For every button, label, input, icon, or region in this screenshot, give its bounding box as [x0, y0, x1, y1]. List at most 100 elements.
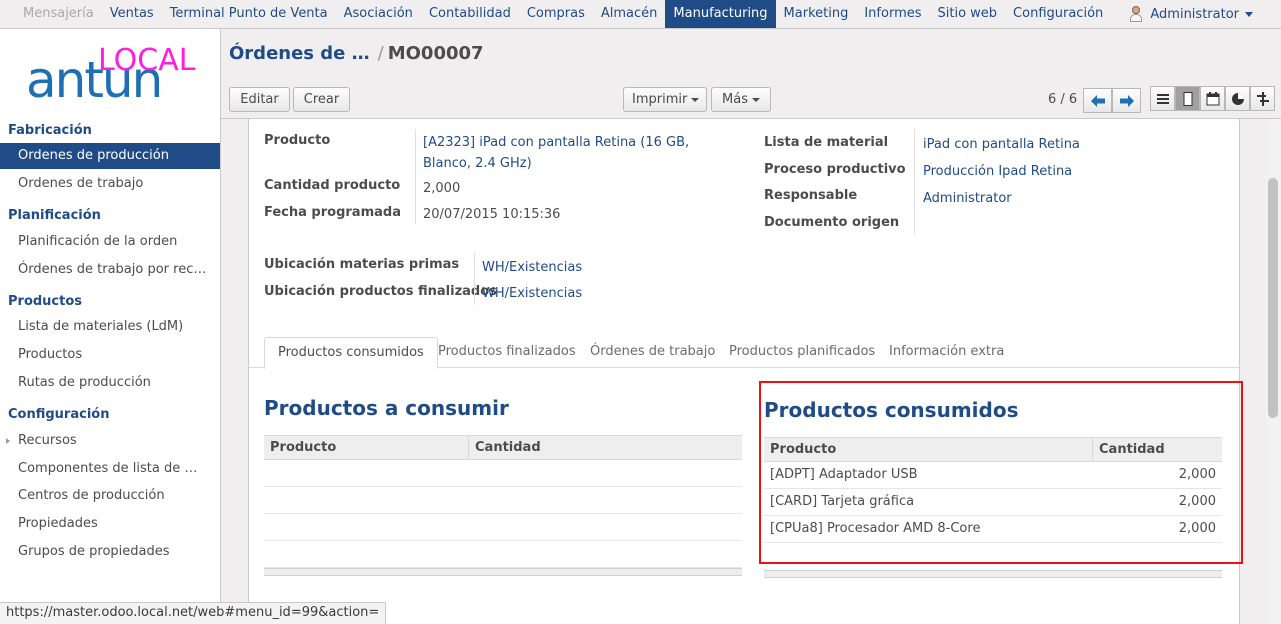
calendar-icon [1206, 92, 1220, 106]
print-button[interactable]: Imprimir [623, 87, 707, 112]
table-footer [264, 568, 742, 576]
sidebar-item-componentes-lista[interactable]: Componentes de lista de … [0, 456, 220, 482]
graph-view-button[interactable] [1225, 86, 1250, 111]
field-value-lista-material[interactable]: iPad con pantalla Retina [923, 134, 1080, 155]
create-button[interactable]: Crear [293, 87, 350, 112]
field-label-ubicacion-materias: Ubicación materias primas [264, 257, 460, 272]
sidebar-item-lista-materiales[interactable]: Lista de materiales (LdM) [0, 314, 220, 340]
menu-contabilidad[interactable]: Contabilidad [421, 0, 519, 28]
table-row[interactable]: [ADPT] Adaptador USB 2,000 [764, 462, 1222, 489]
gantt-view-button[interactable] [1250, 86, 1275, 111]
previous-record-button[interactable] [1083, 88, 1112, 113]
table-row[interactable]: [CARD] Tarjeta gráfica 2,000 [764, 489, 1222, 516]
menu-manufacturing[interactable]: Manufacturing [665, 0, 776, 28]
edit-button[interactable]: Editar [229, 87, 290, 112]
field-label-documento-origen: Documento origen [764, 215, 900, 230]
tab-productos-finalizados[interactable]: Productos finalizados [425, 337, 589, 368]
pager-counter[interactable]: 6 / 6 [1048, 92, 1077, 107]
sidebar-item-recursos[interactable]: Recursos [0, 428, 220, 454]
avatar [1128, 5, 1144, 23]
cell-product: [ADPT] Adaptador USB [770, 467, 918, 482]
menu-marketing[interactable]: Marketing [776, 0, 857, 28]
menu-almacen[interactable]: Almacén [593, 0, 666, 28]
sidebar-item-planificacion-orden[interactable]: Planificación de la orden [0, 229, 220, 255]
sidebar-item-grupos-propiedades[interactable]: Grupos de propiedades [0, 539, 220, 565]
cell-qty: 2,000 [1178, 494, 1216, 509]
tab-productos-consumidos[interactable]: Productos consumidos [264, 337, 438, 369]
menu-mensajeria[interactable]: Mensajería [15, 0, 102, 28]
breadcrumb: Órdenes de … / MO00007 [229, 43, 484, 64]
menu-ventas[interactable]: Ventas [102, 0, 162, 28]
chevron-down-icon [751, 97, 760, 102]
sidebar-item-rutas-produccion[interactable]: Rutas de producción [0, 370, 220, 396]
field-value-ubicacion-finalizados[interactable]: WH/Existencias [482, 283, 582, 304]
chevron-down-icon [691, 97, 700, 102]
sidebar-section-configuracion: Configuración [8, 407, 110, 422]
sidebar-item-ordenes-produccion[interactable]: Ordenes de producción [0, 143, 220, 169]
field-label-producto: Producto [264, 133, 331, 148]
menu-asociacion[interactable]: Asociación [336, 0, 421, 28]
menu-sitio-web[interactable]: Sitio web [930, 0, 1006, 28]
field-value-responsable[interactable]: Administrator [923, 188, 1012, 209]
more-button[interactable]: Más [711, 87, 771, 112]
field-value-producto[interactable]: [A2323] iPad con pantalla Retina (16 GB,… [423, 132, 741, 174]
sidebar-item-productos[interactable]: Productos [0, 342, 220, 368]
menu-pos[interactable]: Terminal Punto de Venta [162, 0, 336, 28]
table-consumed: Producto Cantidad [ADPT] Adaptador USB 2… [764, 437, 1222, 582]
breadcrumb-separator: / [377, 43, 384, 64]
top-menu: Mensajería Ventas Terminal Punto de Vent… [15, 0, 1111, 28]
column-header-cantidad[interactable]: Cantidad [468, 436, 742, 459]
status-bar-url: https://master.odoo.local.net/web#menu_i… [0, 602, 387, 624]
column-header-cantidad[interactable]: Cantidad [1092, 438, 1222, 461]
column-header-producto[interactable]: Producto [764, 438, 1092, 461]
menu-compras[interactable]: Compras [519, 0, 593, 28]
user-name: Administrator [1150, 6, 1239, 22]
company-logo[interactable]: antun LOCAL [26, 43, 211, 115]
sidebar-item-ordenes-trabajo-recurso[interactable]: Órdenes de trabajo por rec… [0, 257, 220, 283]
field-divider [415, 129, 416, 224]
sidebar: antun LOCAL Fabricación Ordenes de produ… [0, 29, 221, 624]
tab-productos-planificados[interactable]: Productos planificados [716, 337, 888, 368]
section-title-to-consume: Productos a consumir [264, 396, 509, 420]
table-row-empty [264, 514, 742, 541]
cell-product: [CARD] Tarjeta gráfica [770, 494, 915, 509]
calendar-view-button[interactable] [1200, 86, 1225, 111]
sidebar-item-centros-produccion[interactable]: Centros de producción [0, 483, 220, 509]
sidebar-section-planificacion: Planificación [8, 208, 101, 223]
menu-configuracion[interactable]: Configuración [1005, 0, 1111, 28]
breadcrumb-parent[interactable]: Órdenes de … [229, 43, 370, 64]
table-row-empty [264, 460, 742, 487]
field-label-cantidad: Cantidad producto [264, 178, 401, 193]
graph-icon [1232, 93, 1244, 105]
form-sheet: Producto [A2323] iPad con pantalla Retin… [248, 119, 1240, 624]
tab-informacion-extra[interactable]: Información extra [876, 337, 1017, 368]
field-divider [914, 129, 915, 234]
next-record-button[interactable] [1112, 88, 1141, 113]
field-label-ubicacion-finalizados: Ubicación productos finalizados [264, 284, 497, 299]
expand-arrow-icon [6, 438, 10, 444]
notebook-tabs: Productos consumidos Productos finalizad… [249, 337, 1239, 369]
field-value-cantidad: 2,000 [423, 181, 461, 196]
field-value-fecha: 20/07/2015 10:15:36 [423, 207, 561, 222]
gantt-icon [1257, 92, 1269, 106]
control-panel: Órdenes de … / MO00007 Editar Crear Imprim… [221, 29, 1281, 119]
scrollbar-thumb[interactable] [1268, 178, 1278, 418]
section-title-consumed: Productos consumidos [764, 398, 1019, 422]
sidebar-item-propiedades[interactable]: Propiedades [0, 511, 220, 537]
field-label-responsable: Responsable [764, 188, 858, 203]
table-row[interactable]: [CPUa8] Procesador AMD 8-Core 2,000 [764, 516, 1222, 543]
field-label-proceso: Proceso productivo [764, 162, 906, 177]
field-value-proceso[interactable]: Producción Ipad Retina [923, 161, 1072, 182]
column-header-producto[interactable]: Producto [264, 436, 468, 459]
list-view-button[interactable] [1150, 86, 1175, 111]
tab-ordenes-trabajo[interactable]: Órdenes de trabajo [577, 337, 728, 368]
menu-informes[interactable]: Informes [856, 0, 929, 28]
form-view-button[interactable] [1175, 86, 1200, 111]
print-label: Imprimir [632, 92, 688, 107]
field-value-ubicacion-materias[interactable]: WH/Existencias [482, 257, 582, 278]
arrow-right-icon [1120, 95, 1134, 107]
table-to-consume: Producto Cantidad [264, 435, 742, 580]
user-menu[interactable]: Administrator [1128, 0, 1253, 28]
page-title: MO00007 [387, 43, 484, 64]
sidebar-item-ordenes-trabajo[interactable]: Ordenes de trabajo [0, 171, 220, 197]
